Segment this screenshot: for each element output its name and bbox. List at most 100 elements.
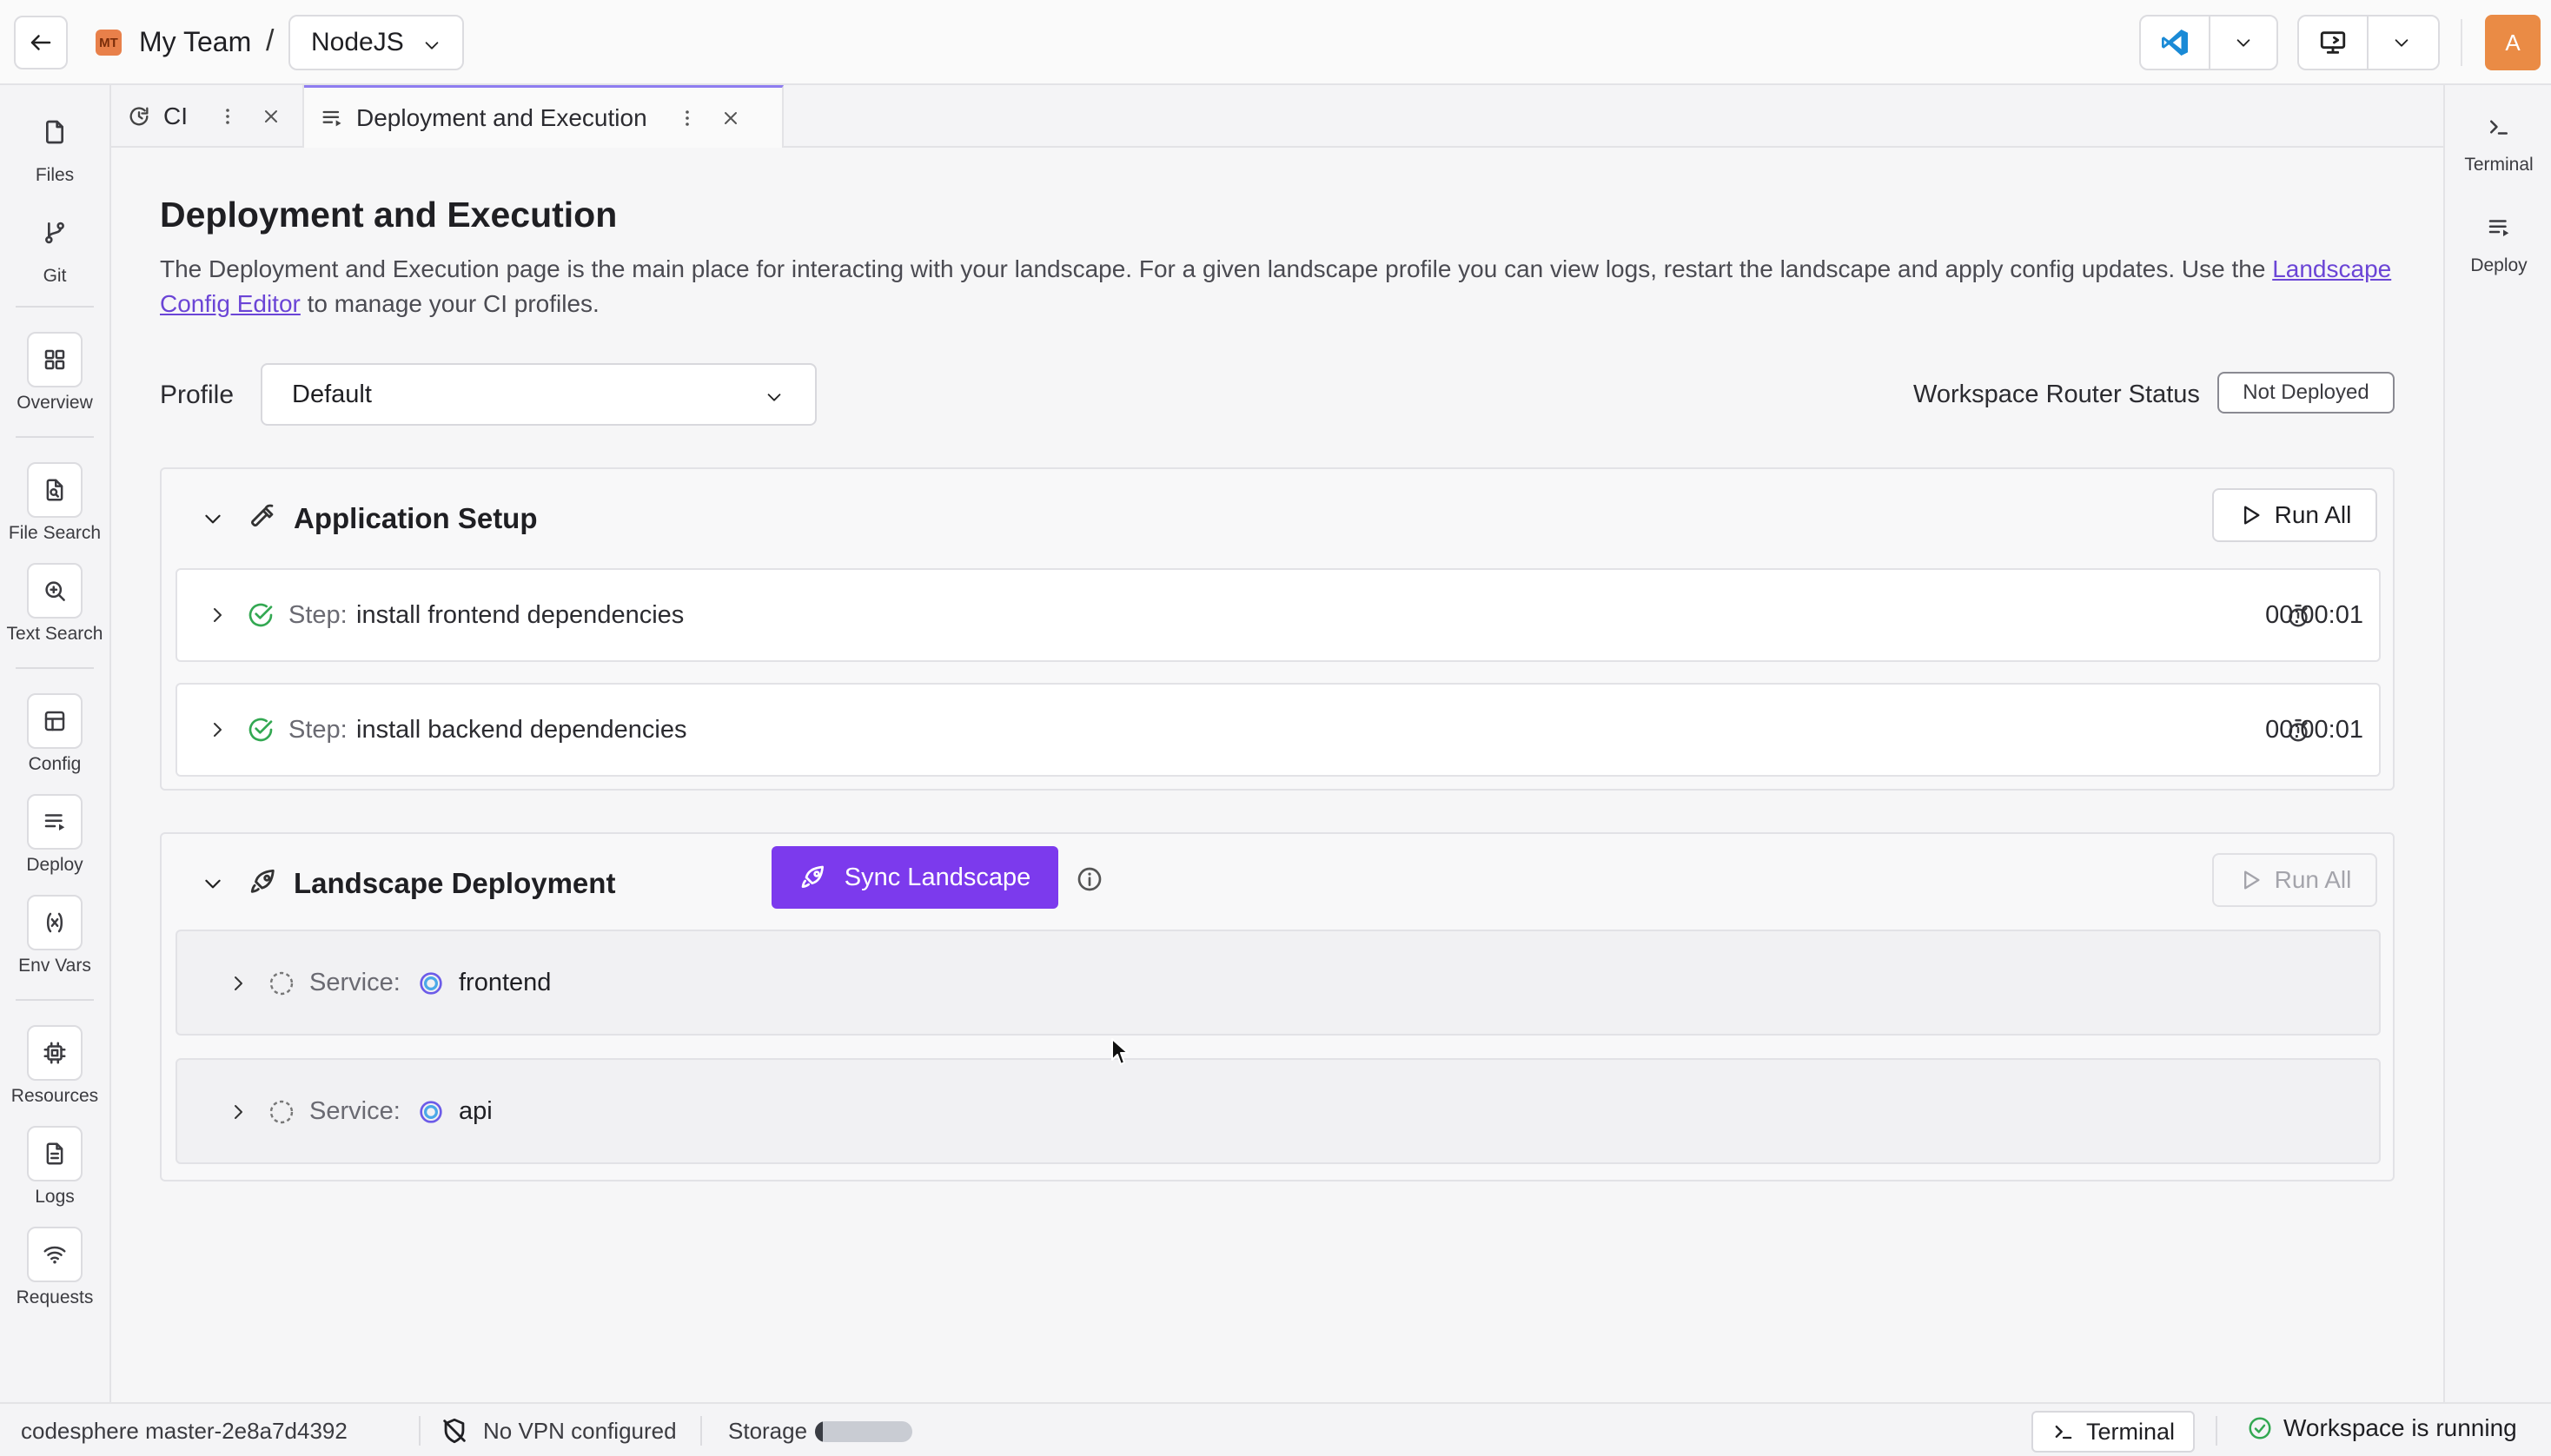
divider bbox=[2216, 1416, 2217, 1446]
shield-off-icon bbox=[443, 1418, 466, 1444]
workspace-status-text: Workspace is running bbox=[2283, 1414, 2517, 1441]
sidebar-item-label: File Search bbox=[8, 523, 102, 543]
more-vertical-icon[interactable] bbox=[217, 106, 238, 127]
preview-button-group bbox=[2297, 15, 2440, 70]
rocket-icon bbox=[250, 869, 275, 893]
sidebar-item-resources[interactable]: Resources bbox=[0, 1025, 109, 1107]
close-icon[interactable] bbox=[720, 108, 741, 129]
chevron-right-icon[interactable] bbox=[228, 1102, 248, 1122]
service-prefix: Service: bbox=[309, 1097, 401, 1125]
section-header: Landscape Deployment Sync Landscape Run … bbox=[162, 834, 2393, 930]
run-all-label: Run All bbox=[2274, 866, 2352, 893]
storage-fill bbox=[815, 1421, 823, 1442]
run-all-label: Run All bbox=[2274, 501, 2352, 528]
variable-icon bbox=[27, 895, 83, 950]
back-button[interactable] bbox=[14, 16, 68, 69]
sidebar-item-label: Terminal bbox=[2464, 155, 2534, 175]
step-name: install backend dependencies bbox=[356, 716, 687, 744]
play-icon bbox=[2243, 870, 2260, 890]
service-row[interactable]: Service: frontend bbox=[176, 930, 2381, 1036]
sidebar-item-config[interactable]: Config bbox=[0, 693, 109, 775]
sidebar-item-terminal[interactable]: Terminal bbox=[2445, 109, 2551, 175]
service-icon bbox=[420, 1101, 442, 1123]
divider bbox=[700, 1416, 702, 1446]
close-icon[interactable] bbox=[261, 106, 282, 127]
sidebar-item-files[interactable]: Files bbox=[0, 104, 109, 186]
preview-button[interactable] bbox=[2299, 17, 2367, 69]
vscode-icon bbox=[2162, 30, 2188, 56]
divider bbox=[16, 436, 94, 438]
sidebar-item-deploy[interactable]: Deploy bbox=[0, 794, 109, 876]
team-badge: MT bbox=[96, 30, 122, 56]
sidebar-item-label: Deploy bbox=[26, 855, 83, 875]
status-bar: codesphere master-2e8a7d4392 No VPN conf… bbox=[0, 1402, 2551, 1456]
sidebar-item-label: Env Vars bbox=[18, 956, 91, 976]
project-select[interactable]: NodeJS bbox=[288, 15, 464, 70]
rocket-icon bbox=[801, 865, 824, 888]
terminal-button[interactable]: Terminal bbox=[2031, 1411, 2195, 1453]
project-name: NodeJS bbox=[311, 28, 404, 56]
more-vertical-icon[interactable] bbox=[677, 108, 698, 129]
divider bbox=[16, 306, 94, 308]
run-all-button[interactable]: Run All bbox=[2212, 853, 2377, 907]
text-search-icon bbox=[27, 563, 83, 619]
step-name: install frontend dependencies bbox=[356, 601, 685, 629]
tab-label: Deployment and Execution bbox=[356, 104, 647, 131]
sidebar-item-requests[interactable]: Requests bbox=[0, 1227, 109, 1308]
page-description: The Deployment and Execution page is the… bbox=[160, 252, 2454, 321]
run-all-button[interactable]: Run All bbox=[2212, 488, 2377, 542]
ide-dropdown-button[interactable] bbox=[2209, 17, 2276, 69]
chevron-down-icon bbox=[2236, 39, 2250, 47]
sidebar-item-file-search[interactable]: File Search bbox=[0, 462, 109, 544]
landscape-deployment-section: Landscape Deployment Sync Landscape Run … bbox=[160, 832, 2395, 1181]
top-bar: MT My Team / NodeJS A bbox=[0, 0, 2551, 85]
service-name: api bbox=[459, 1097, 493, 1125]
tab-deployment-and-execution[interactable]: Deployment and Execution bbox=[304, 85, 784, 149]
pending-circle-icon bbox=[269, 1100, 294, 1124]
avatar[interactable]: A bbox=[2485, 15, 2541, 70]
sidebar-item-env-vars[interactable]: Env Vars bbox=[0, 895, 109, 976]
chevron-right-icon[interactable] bbox=[207, 719, 228, 740]
vpn-status[interactable]: No VPN configured bbox=[483, 1418, 677, 1445]
team-name[interactable]: My Team bbox=[139, 26, 251, 58]
storage-label: Storage bbox=[728, 1418, 808, 1444]
main-content: Deployment and Execution The Deployment … bbox=[111, 148, 2443, 1402]
file-search-icon bbox=[27, 462, 83, 518]
service-row[interactable]: Service: api bbox=[176, 1058, 2381, 1164]
ide-button-group bbox=[2139, 15, 2278, 70]
vscode-button[interactable] bbox=[2141, 17, 2209, 69]
description-text: to manage your CI profiles. bbox=[300, 290, 600, 317]
info-icon[interactable] bbox=[1076, 865, 1103, 893]
arrow-left-icon bbox=[30, 35, 51, 50]
chevron-down-icon[interactable] bbox=[202, 507, 224, 530]
sidebar-item-label: Git bbox=[43, 266, 67, 286]
sidebar-item-git[interactable]: Git bbox=[0, 205, 109, 287]
tab-ci[interactable]: CI bbox=[111, 85, 304, 148]
sync-landscape-button[interactable]: Sync Landscape bbox=[772, 846, 1058, 909]
profile-label: Profile bbox=[160, 381, 235, 409]
chevron-down-icon bbox=[767, 394, 781, 401]
sidebar-item-label: Resources bbox=[10, 1086, 99, 1106]
step-prefix: Step: bbox=[288, 601, 348, 629]
sidebar-item-deploy[interactable]: Deploy bbox=[2445, 210, 2551, 276]
preview-dropdown-button[interactable] bbox=[2367, 17, 2435, 69]
sidebar-item-logs[interactable]: Logs bbox=[0, 1126, 109, 1208]
deploy-icon bbox=[27, 794, 83, 850]
page-title: Deployment and Execution bbox=[160, 195, 618, 235]
check-circle-icon bbox=[248, 603, 273, 627]
description-text: The Deployment and Execution page is the… bbox=[160, 255, 2273, 282]
step-row[interactable]: Step: install frontend dependencies 00:0… bbox=[176, 568, 2381, 662]
section-title: Landscape Deployment bbox=[294, 867, 616, 899]
service-name: frontend bbox=[459, 969, 552, 996]
chevron-down-icon[interactable] bbox=[202, 872, 224, 895]
chip-icon bbox=[27, 1025, 83, 1081]
step-row[interactable]: Step: install backend dependencies 00:00… bbox=[176, 683, 2381, 777]
sidebar-item-text-search[interactable]: Text Search bbox=[0, 563, 109, 645]
sidebar-item-overview[interactable]: Overview bbox=[0, 332, 109, 414]
profile-select[interactable]: Default bbox=[261, 363, 817, 426]
chevron-right-icon[interactable] bbox=[207, 605, 228, 625]
left-sidebar: Files Git Overview File Search Text Sear… bbox=[0, 85, 111, 1402]
chevron-right-icon[interactable] bbox=[228, 973, 248, 994]
play-icon bbox=[2243, 506, 2260, 525]
breadcrumb-separator: / bbox=[266, 24, 275, 57]
